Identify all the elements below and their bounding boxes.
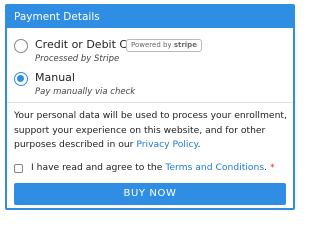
- badge-prefix: Powered by: [131, 41, 172, 49]
- manual-radio-button[interactable]: [14, 72, 28, 86]
- card-radio-button[interactable]: [14, 39, 28, 53]
- terms-and-conditions-link[interactable]: Terms and Conditions: [165, 162, 264, 173]
- terms-checkbox[interactable]: [14, 164, 23, 173]
- privacy-policy-link[interactable]: Privacy Policy: [136, 139, 197, 150]
- section-divider: [7, 102, 293, 103]
- stripe-logo: stripe: [173, 41, 197, 49]
- privacy-notice: Your personal data will be used to proce…: [14, 109, 290, 153]
- required-asterisk: *: [269, 162, 275, 173]
- buy-now-button[interactable]: BUY NOW: [14, 183, 286, 205]
- panel-title: Payment Details: [7, 6, 293, 28]
- terms-label[interactable]: I have read and agree to the Terms and C…: [31, 162, 275, 173]
- privacy-notice-suffix: .: [197, 139, 201, 150]
- payment-details-panel: Payment Details Credit or Debit Card Pro…: [5, 4, 295, 210]
- powered-by-stripe-badge: Powered by stripe: [126, 39, 202, 52]
- manual-option-subtitle: Pay manually via check: [35, 87, 136, 97]
- manual-option-label[interactable]: Manual: [35, 71, 75, 84]
- terms-prefix: I have read and agree to the: [31, 162, 166, 173]
- card-option-subtitle: Processed by Stripe: [35, 54, 120, 64]
